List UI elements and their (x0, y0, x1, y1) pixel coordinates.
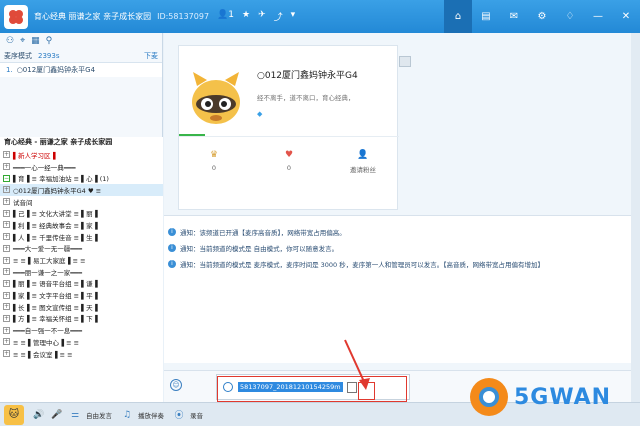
record-button[interactable]: 录音 (190, 410, 203, 420)
equalizer-icon[interactable]: ⚌ (66, 410, 84, 420)
watermark-text: 5GWAN (514, 384, 612, 410)
watermark-logo (470, 378, 508, 416)
play-accompany-button[interactable]: 播放伴奏 (138, 410, 164, 420)
free-speech-button[interactable]: 自由发言 (86, 410, 112, 420)
annotation-arrow (344, 339, 370, 390)
accompany-icon[interactable]: ♫ (118, 410, 136, 420)
watermark: 5GWAN (470, 378, 611, 416)
speaker-icon[interactable]: 🔊 (30, 410, 48, 420)
microphone-icon[interactable]: 🎤 (48, 410, 66, 420)
self-avatar[interactable]: 🐱 (4, 404, 24, 425)
record-icon[interactable]: ⦿ (170, 408, 188, 421)
